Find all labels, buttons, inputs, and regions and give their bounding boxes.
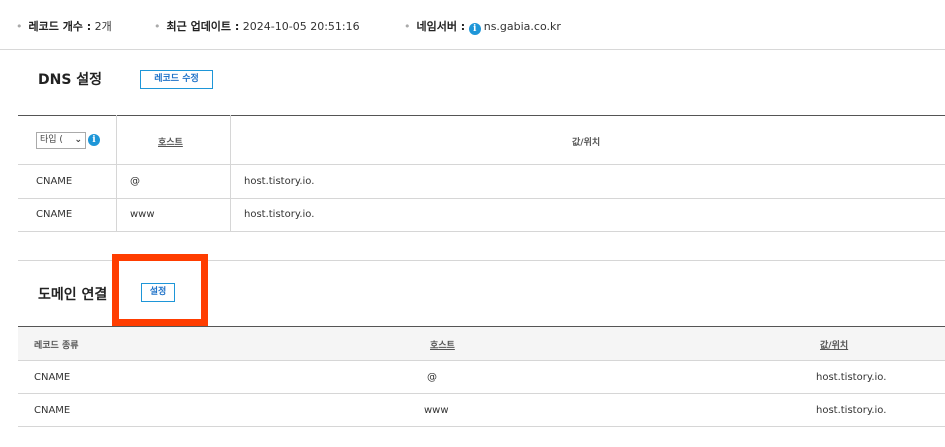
record-type-cell: CNAME	[34, 372, 71, 383]
record-value-cell: host.tistory.io.	[816, 405, 887, 416]
column-divider	[230, 115, 231, 232]
value-column-header: 값/위치	[820, 341, 849, 351]
domain-table-top-border	[18, 326, 945, 327]
updated-value: 2024-10-05 20:51:16	[242, 20, 360, 33]
record-type-column-header: 레코드 종류	[34, 341, 79, 351]
record-value-cell: host.tistory.io.	[244, 176, 315, 187]
dns-table-bottom-border	[18, 231, 945, 232]
bullet: •	[404, 20, 411, 33]
record-count-value: 2개	[94, 20, 112, 33]
updated-label: 최근 업데이트 :	[166, 20, 240, 33]
last-updated: • 최근 업데이트 : 2024-10-05 20:51:16	[154, 18, 360, 34]
column-divider	[116, 115, 117, 232]
record-type-select-value: 타입 (	[40, 135, 63, 145]
domain-table-bottom-border	[18, 426, 945, 427]
host-column-header: 호스트	[158, 138, 183, 148]
record-host-cell: www	[130, 209, 155, 220]
bullet: •	[16, 20, 23, 33]
dns-table-top-border	[18, 115, 945, 116]
nameserver-label: 네임서버 :	[416, 20, 466, 33]
record-type-select[interactable]: 타입 ( ⌄	[36, 132, 86, 149]
info-icon[interactable]: i	[88, 134, 100, 146]
record-value-cell: host.tistory.io.	[244, 209, 315, 220]
record-count-label: 레코드 개수 :	[28, 20, 92, 33]
highlight-box	[112, 254, 208, 326]
domain-connection-title: 도메인 연결	[38, 287, 108, 303]
domain-table-header-row	[18, 326, 945, 360]
dns-settings-title: DNS 설정	[38, 72, 103, 88]
record-type-cell: CNAME	[36, 209, 73, 220]
row-divider	[18, 360, 945, 361]
nameserver-value: ns.gabia.co.kr	[483, 20, 561, 33]
row-divider	[18, 393, 945, 394]
record-host-cell: www	[424, 405, 449, 416]
row-divider	[18, 164, 945, 165]
value-column-header: 값/위치	[572, 138, 601, 148]
record-host-cell: @	[130, 176, 140, 187]
record-value-cell: host.tistory.io.	[816, 372, 887, 383]
record-count: • 레코드 개수 : 2개	[16, 18, 112, 34]
host-column-header: 호스트	[430, 341, 455, 351]
chevron-down-icon: ⌄	[74, 135, 82, 145]
record-info-bar: • 레코드 개수 : 2개 • 최근 업데이트 : 2024-10-05 20:51…	[0, 0, 945, 50]
record-type-cell: CNAME	[34, 405, 71, 416]
record-host-cell: @	[427, 372, 437, 383]
bullet: •	[154, 20, 161, 33]
record-type-cell: CNAME	[36, 176, 73, 187]
nameserver: • 네임서버 : i ns.gabia.co.kr	[404, 18, 561, 35]
row-divider	[18, 198, 945, 199]
info-icon[interactable]: i	[468, 23, 481, 35]
edit-records-button[interactable]: 레코드 수정	[140, 70, 213, 89]
